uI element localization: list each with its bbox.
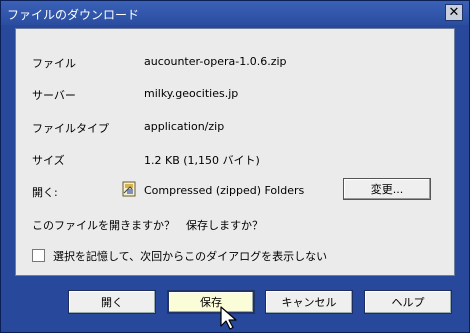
file-type-label: ファイルタイプ	[32, 122, 109, 135]
save-button[interactable]: 保存	[167, 290, 255, 314]
open-button[interactable]: 開く	[68, 290, 156, 314]
open-with-label: 開く:	[32, 186, 58, 199]
details-panel: ファイル aucounter-opera-1.0.6.zip サーバー milk…	[15, 28, 455, 276]
remember-choice-label: 選択を記憶して、次回からこのダイアログを表示しない	[53, 250, 328, 263]
cancel-button[interactable]: キャンセル	[265, 290, 353, 314]
server-label: サーバー	[32, 89, 76, 102]
remember-choice-checkbox[interactable]	[32, 249, 45, 262]
server-name: milky.geocities.jp	[144, 87, 239, 100]
close-icon: ✕	[448, 5, 460, 20]
open-with-app: Compressed (zipped) Folders	[144, 184, 305, 197]
change-button[interactable]: 変更...	[343, 178, 431, 200]
download-dialog: ファイルのダウンロード ✕ ファイル aucounter-opera-1.0.6…	[0, 0, 470, 333]
title-bar: ファイルのダウンロード ✕	[1, 1, 469, 25]
open-or-save-question: このファイルを開きますか？ 保存しますか？	[32, 219, 263, 232]
size-label: サイズ	[32, 154, 65, 167]
close-button[interactable]: ✕	[445, 4, 463, 21]
file-name: aucounter-opera-1.0.6.zip	[144, 55, 287, 68]
window-title: ファイルのダウンロード	[7, 8, 140, 22]
file-label: ファイル	[32, 57, 76, 70]
zip-folder-icon	[122, 181, 136, 197]
file-size: 1.2 KB (1,150 バイト)	[144, 154, 260, 167]
file-type: application/zip	[144, 120, 225, 133]
help-button[interactable]: ヘルプ	[364, 290, 452, 314]
